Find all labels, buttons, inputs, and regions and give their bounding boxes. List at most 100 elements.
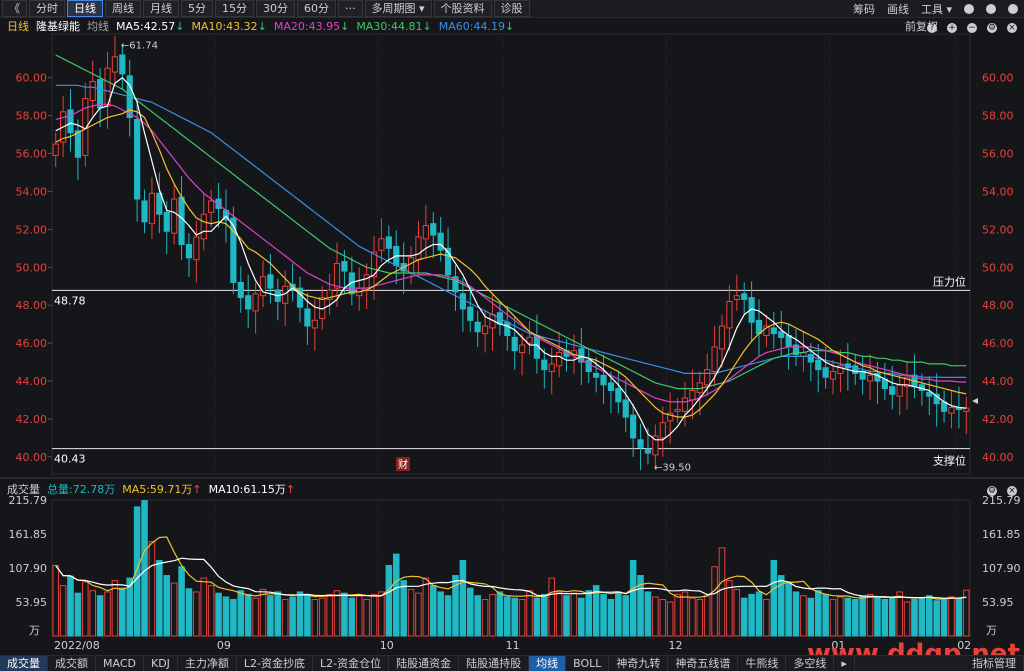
volume-bar[interactable] bbox=[178, 566, 185, 637]
volume-bar[interactable] bbox=[785, 582, 792, 637]
candle-body[interactable] bbox=[407, 257, 415, 274]
volume-bar[interactable] bbox=[289, 596, 296, 637]
volume-bar[interactable] bbox=[222, 596, 230, 637]
volume-bar[interactable] bbox=[585, 590, 593, 637]
volume-bar[interactable] bbox=[244, 593, 252, 637]
volume-bar[interactable] bbox=[496, 591, 504, 637]
indicator-tab-5[interactable]: L2-资金抄底 bbox=[237, 656, 314, 671]
volume-bar[interactable] bbox=[881, 598, 889, 637]
candle-body[interactable] bbox=[556, 352, 563, 367]
candle-body[interactable] bbox=[156, 192, 163, 215]
indicator-tab-1[interactable]: 成交额 bbox=[48, 656, 96, 671]
volume-bar[interactable] bbox=[933, 600, 940, 637]
volume-bar[interactable] bbox=[703, 595, 711, 637]
volume-bar[interactable] bbox=[578, 597, 585, 637]
candle-body[interactable] bbox=[119, 54, 126, 75]
volume-bar[interactable] bbox=[200, 577, 208, 637]
candle-body[interactable] bbox=[267, 274, 274, 289]
volume-bar[interactable] bbox=[304, 594, 311, 637]
volume-bar[interactable] bbox=[467, 587, 474, 637]
volume-bar[interactable] bbox=[163, 575, 171, 637]
volume-bar[interactable] bbox=[726, 580, 733, 637]
volume-bar[interactable] bbox=[926, 595, 933, 637]
volume-bar[interactable] bbox=[807, 597, 815, 637]
volume-bar[interactable] bbox=[948, 596, 955, 637]
candle-body[interactable] bbox=[67, 109, 74, 134]
candle-body[interactable] bbox=[459, 293, 466, 310]
volume-bar[interactable] bbox=[378, 591, 385, 637]
candle-body[interactable] bbox=[481, 325, 489, 335]
volume-bar[interactable] bbox=[918, 597, 926, 637]
volume-bar[interactable] bbox=[822, 593, 829, 637]
candle-body[interactable] bbox=[622, 399, 629, 418]
volume-bar[interactable] bbox=[629, 559, 637, 637]
volume-bar[interactable] bbox=[326, 593, 333, 637]
indicator-tab-6[interactable]: L2-资金仓位 bbox=[313, 656, 390, 671]
volume-bar[interactable] bbox=[896, 591, 903, 637]
candle-body[interactable] bbox=[948, 407, 955, 414]
candle-body[interactable] bbox=[615, 388, 622, 403]
volume-bar[interactable] bbox=[718, 547, 726, 637]
volume-bar[interactable] bbox=[533, 597, 541, 637]
candle-body[interactable] bbox=[252, 293, 259, 312]
candle-body[interactable] bbox=[148, 192, 156, 225]
candle-body[interactable] bbox=[74, 130, 82, 158]
volume-bar[interactable] bbox=[874, 597, 881, 637]
indicator-tab-14[interactable]: 多空线 bbox=[786, 656, 835, 671]
candle-body[interactable] bbox=[526, 336, 533, 344]
volume-bar[interactable] bbox=[518, 598, 526, 637]
volume-bar[interactable] bbox=[363, 598, 370, 637]
candle-body[interactable] bbox=[208, 200, 215, 213]
candle-body[interactable] bbox=[504, 321, 511, 337]
volume-bar[interactable] bbox=[185, 588, 193, 637]
indicator-tab-11[interactable]: 神奇九转 bbox=[609, 656, 669, 671]
volume-bar[interactable] bbox=[415, 592, 422, 637]
volume-bar[interactable] bbox=[481, 598, 489, 637]
candle-body[interactable] bbox=[593, 372, 600, 378]
volume-bar[interactable] bbox=[696, 598, 704, 637]
candle-body[interactable] bbox=[171, 198, 178, 234]
candle-body[interactable] bbox=[200, 213, 207, 240]
candle-body[interactable] bbox=[689, 389, 696, 401]
volume-bar[interactable] bbox=[474, 595, 481, 637]
candle-body[interactable] bbox=[659, 422, 666, 439]
volume-bar[interactable] bbox=[133, 506, 141, 637]
volume-bar[interactable] bbox=[652, 596, 659, 637]
candle-body[interactable] bbox=[185, 244, 193, 259]
candle-body[interactable] bbox=[733, 295, 740, 300]
volume-bar[interactable] bbox=[681, 591, 689, 637]
indicator-tab-2[interactable]: MACD bbox=[96, 656, 144, 671]
volume-bar[interactable] bbox=[230, 598, 237, 637]
volume-bar[interactable] bbox=[607, 598, 615, 637]
candle-body[interactable] bbox=[889, 386, 896, 395]
volume-bar[interactable] bbox=[52, 564, 59, 637]
volume-bar[interactable] bbox=[355, 595, 363, 637]
candle-body[interactable] bbox=[519, 344, 526, 354]
volume-bar[interactable] bbox=[59, 585, 67, 637]
volume-bar[interactable] bbox=[689, 597, 696, 637]
candle-body[interactable] bbox=[866, 374, 874, 382]
volume-bar[interactable] bbox=[267, 595, 274, 637]
candle-body[interactable] bbox=[304, 308, 311, 327]
volume-bar[interactable] bbox=[141, 500, 148, 637]
indicator-tab-4[interactable]: 主力净额 bbox=[178, 656, 237, 671]
candle-body[interactable] bbox=[511, 336, 518, 352]
candle-body[interactable] bbox=[385, 236, 392, 249]
volume-bar[interactable] bbox=[748, 593, 755, 637]
volume-bar[interactable] bbox=[96, 595, 104, 637]
volume-bar[interactable] bbox=[489, 593, 496, 637]
candle-body[interactable] bbox=[333, 262, 341, 289]
volume-bar[interactable] bbox=[341, 592, 348, 637]
candle-body[interactable] bbox=[474, 321, 481, 333]
candle-body[interactable] bbox=[193, 236, 200, 261]
candle-body[interactable] bbox=[718, 325, 726, 350]
volume-bar[interactable] bbox=[666, 601, 674, 637]
indicator-tab-16[interactable]: 指标管理 bbox=[965, 656, 1024, 671]
volume-bar[interactable] bbox=[333, 590, 341, 637]
candle-body[interactable] bbox=[859, 371, 866, 380]
candle-body[interactable] bbox=[237, 281, 244, 299]
volume-bar[interactable] bbox=[837, 596, 844, 637]
candle-body[interactable] bbox=[726, 300, 733, 329]
indicator-tab-0[interactable]: 成交量 bbox=[0, 656, 48, 671]
indicator-tab-9[interactable]: 均线 bbox=[529, 656, 567, 671]
